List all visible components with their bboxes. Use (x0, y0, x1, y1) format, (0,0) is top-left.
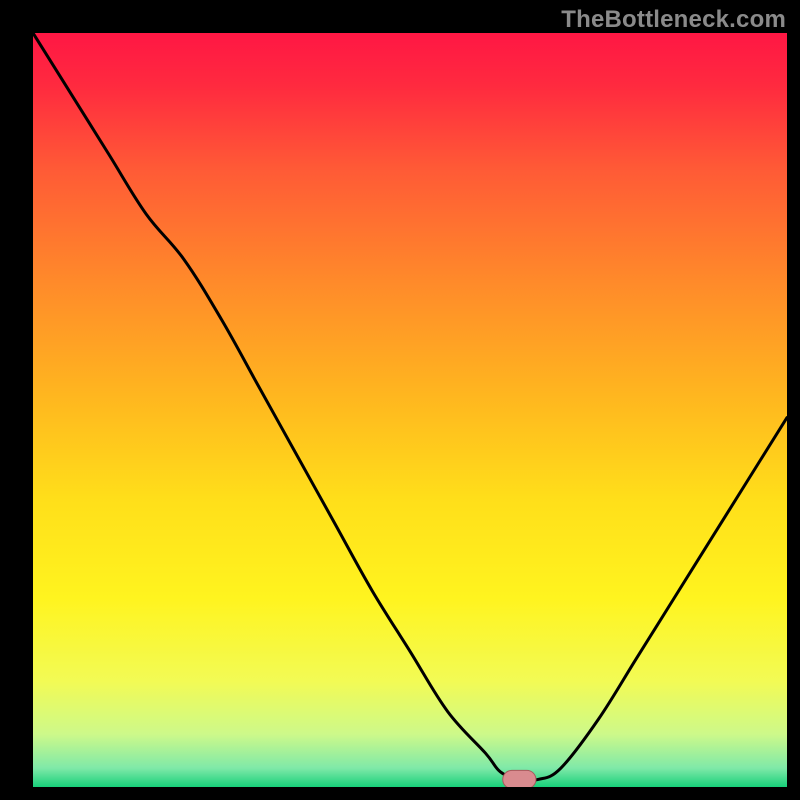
optimal-marker (503, 770, 536, 787)
watermark-text: TheBottleneck.com (561, 6, 786, 34)
chart-frame: TheBottleneck.com (0, 0, 800, 800)
plot-svg (33, 33, 787, 787)
plot-area (33, 33, 787, 787)
gradient-background (33, 33, 787, 787)
